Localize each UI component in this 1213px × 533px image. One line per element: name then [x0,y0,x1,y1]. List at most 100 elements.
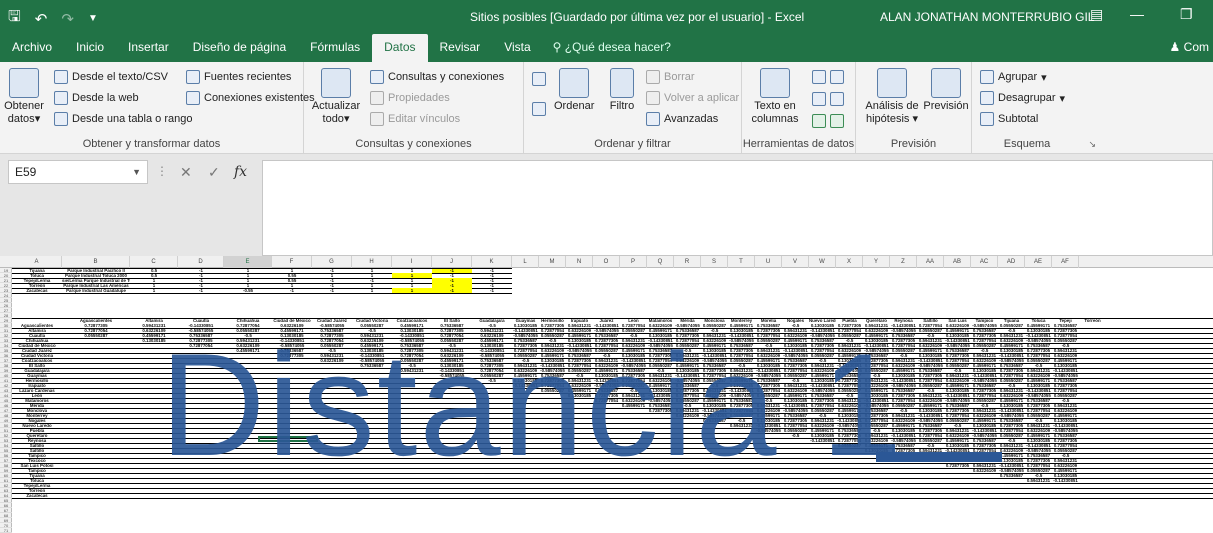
column-header-ab[interactable]: AB [944,256,971,268]
customize-qat-icon[interactable]: ▼ [88,13,98,24]
data-validation-button[interactable] [812,114,844,128]
subtotal-button[interactable]: Subtotal [980,112,1038,126]
volver-aplicar-button[interactable]: Volver a aplicar [646,91,739,105]
remove-duplicates-button[interactable] [812,92,844,106]
column-header-n[interactable]: N [566,256,593,268]
desagrupar-button[interactable]: Desagrupar ▾ [980,91,1065,105]
table-border [12,498,1213,499]
column-header-ac[interactable]: AC [971,256,998,268]
column-header-e[interactable]: E [224,256,272,268]
data-validation-icon [812,114,826,128]
column-header-ad[interactable]: AD [998,256,1025,268]
column-header-h[interactable]: H [352,256,392,268]
tab-diseno-pagina[interactable]: Diseño de página [181,34,298,62]
borrar-button[interactable]: Borrar [646,70,695,84]
redo-icon[interactable]: ↷ [61,10,74,28]
worksheet[interactable]: A B C D E F G H I J K L M N O P Q R S T U V W X Y Z AA AB AC AD AE AF 1… [0,256,1213,533]
row-header[interactable]: 71 [0,528,12,533]
tab-vista[interactable]: Vista [492,34,542,62]
dialog-launcher-icon[interactable]: ↘ [1088,139,1096,150]
lightbulb-icon: ⚲ [552,40,562,54]
ribbon-display-icon[interactable]: ▤ [1090,6,1103,23]
column-header-j[interactable]: J [432,256,472,268]
tab-formulas[interactable]: Fórmulas [298,34,372,62]
minimize-icon[interactable]: — [1130,6,1144,22]
ordenar-label: Ordenar [554,100,595,112]
desde-texto-button[interactable]: Desde el texto/CSV [54,70,168,84]
column-header-af[interactable]: AF [1052,256,1079,268]
column-header-q[interactable]: Q [647,256,674,268]
column-header-a[interactable]: A [12,256,62,268]
actualizar-todo-button[interactable]: Actualizar todo▾ [310,68,362,126]
table-border [12,268,512,269]
column-header-i[interactable]: I [392,256,432,268]
column-header-b[interactable]: B [62,256,130,268]
undo-icon[interactable]: ↶ [35,10,48,28]
cancel-icon[interactable]: ✕ [180,164,192,181]
desde-web-button[interactable]: Desde la web [54,91,139,105]
column-header-u[interactable]: U [755,256,782,268]
group-esquema: Agrupar ▾ Desagrupar ▾ Subtotal Esquema … [972,62,1096,154]
column-header-r[interactable]: R [674,256,701,268]
sort-za-button[interactable] [532,102,546,116]
prevision-button[interactable]: Previsión [922,68,970,113]
column-header-x[interactable]: X [836,256,863,268]
column-header-o[interactable]: O [593,256,620,268]
column-header-c[interactable]: C [130,256,178,268]
agrupar-button[interactable]: Agrupar ▾ [980,70,1047,84]
column-header-ae[interactable]: AE [1025,256,1052,268]
text-file-icon [54,70,68,84]
column-header-l[interactable]: L [512,256,539,268]
name-box[interactable]: E59 ▼ [8,160,148,184]
column-header-aa[interactable]: AA [917,256,944,268]
fuentes-recientes-label: Fuentes recientes [204,71,292,83]
formula-input[interactable] [262,160,1213,256]
filtro-label: Filtro [609,100,635,112]
table-border [12,318,1213,319]
column-header-f[interactable]: F [272,256,312,268]
insert-function-icon[interactable]: fx [234,164,247,180]
sort-az-button[interactable] [532,72,546,86]
consultas-conexiones-button[interactable]: Consultas y conexiones [370,70,504,84]
columnas-label: columnas [751,113,799,125]
column-header-t[interactable]: T [728,256,755,268]
column-header-s[interactable]: S [701,256,728,268]
restore-icon[interactable]: ❐ [1180,6,1193,23]
user-name[interactable]: ALAN JONATHAN MONTERRUBIO GIL [880,10,1094,24]
ordenar-button[interactable]: Ordenar [554,68,594,113]
column-header-v[interactable]: V [782,256,809,268]
group-label-esquema: Esquema [1003,138,1051,150]
ribbon-tabs: Archivo Inicio Insertar Diseño de página… [0,34,1213,62]
tab-datos[interactable]: Datos [372,34,428,62]
propiedades-button[interactable]: Propiedades [370,91,450,105]
column-header-g[interactable]: G [312,256,352,268]
table-border [12,493,1213,494]
fuentes-recientes-button[interactable]: Fuentes recientes [186,70,291,84]
tab-insertar[interactable]: Insertar [116,34,181,62]
desde-tabla-button[interactable]: Desde una tabla o rango [54,112,192,126]
save-icon[interactable]: 🖫 [8,6,21,31]
texto-en-columnas-button[interactable]: Texto en columnas [748,68,802,126]
editar-vinculos-button[interactable]: Editar vínculos [370,112,460,126]
analisis-hipotesis-button[interactable]: Análisis de hipótesis ▾ [862,68,922,126]
filtro-button[interactable]: Filtro [606,68,638,113]
column-header-k[interactable]: K [472,256,512,268]
share-button[interactable]: ♟ Com [1170,40,1209,54]
column-header-m[interactable]: M [539,256,566,268]
column-header-p[interactable]: P [620,256,647,268]
column-header-z[interactable]: Z [890,256,917,268]
avanzadas-button[interactable]: Avanzadas [646,112,718,126]
chevron-down-icon[interactable]: ▼ [132,161,141,183]
tab-revisar[interactable]: Revisar [428,34,493,62]
enter-icon[interactable]: ✓ [208,164,220,181]
tab-inicio[interactable]: Inicio [64,34,116,62]
flash-fill-button[interactable] [812,70,844,84]
column-header-y[interactable]: Y [863,256,890,268]
column-header-d[interactable]: D [178,256,224,268]
tab-archivo[interactable]: Archivo [0,34,64,62]
tell-me-search[interactable]: ⚲ ¿Qué desea hacer? [543,34,681,62]
person-icon: ♟ [1169,40,1181,54]
obtener-datos-button[interactable]: Obtener datos▾ [4,68,44,126]
conexiones-existentes-button[interactable]: Conexiones existentes [186,91,315,105]
column-header-w[interactable]: W [809,256,836,268]
